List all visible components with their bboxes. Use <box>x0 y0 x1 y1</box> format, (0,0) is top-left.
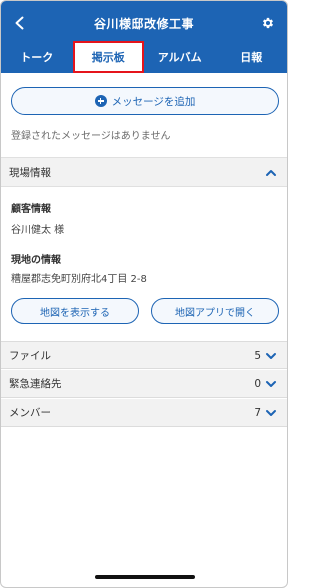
members-count: 7 <box>254 407 261 419</box>
show-map-button[interactable]: 地図を表示する <box>11 298 139 324</box>
members-label: メンバー <box>9 407 51 419</box>
tab-daily-report[interactable]: 日報 <box>216 41 288 73</box>
site-info-title: 現場情報 <box>9 166 51 179</box>
files-label: ファイル <box>9 349 51 362</box>
tab-bar: トーク 掲示板 アルバム 日報 <box>1 41 287 73</box>
app-screen: 谷川様邸改修工事 トーク 掲示板 アルバム 日報 メッセージを追加 登録されたメ… <box>0 0 288 588</box>
files-row[interactable]: ファイル 5 <box>1 341 287 369</box>
site-info-header[interactable]: 現場情報 <box>1 157 287 187</box>
emergency-contacts-count: 0 <box>254 378 261 390</box>
back-button[interactable] <box>9 12 31 34</box>
settings-button[interactable] <box>257 12 279 34</box>
home-indicator <box>95 575 195 579</box>
customer-info-label: 顧客情報 <box>11 204 51 215</box>
tab-board[interactable]: 掲示板 <box>72 41 144 73</box>
chevron-down-icon <box>266 410 276 416</box>
plus-circle-icon <box>94 95 107 107</box>
tab-talk[interactable]: トーク <box>1 41 73 73</box>
chevron-down-icon <box>266 381 276 387</box>
gear-icon <box>262 17 274 29</box>
files-count: 5 <box>254 350 261 362</box>
add-message-button[interactable]: メッセージを追加 <box>11 87 279 115</box>
chevron-left-icon <box>15 16 24 30</box>
app-header: 谷川様邸改修工事 <box>1 1 287 45</box>
chevron-down-icon <box>266 353 276 359</box>
customer-name: 谷川健太 様 <box>11 225 65 236</box>
add-message-label: メッセージを追加 <box>111 95 196 108</box>
open-map-app-button[interactable]: 地図アプリで開く <box>151 298 279 324</box>
emergency-contacts-row[interactable]: 緊急連絡先 0 <box>1 370 287 398</box>
chevron-up-icon <box>266 170 276 176</box>
site-address: 糟屋郡志免町別府北4丁目 2-8 <box>11 274 147 285</box>
empty-message-text: 登録されたメッセージはありません <box>11 131 171 142</box>
tab-album[interactable]: アルバム <box>144 41 216 73</box>
page-title: 谷川様邸改修工事 <box>93 17 194 31</box>
members-row[interactable]: メンバー 7 <box>1 399 287 427</box>
emergency-contacts-label: 緊急連絡先 <box>9 378 62 390</box>
location-info-label: 現地の情報 <box>11 255 61 266</box>
